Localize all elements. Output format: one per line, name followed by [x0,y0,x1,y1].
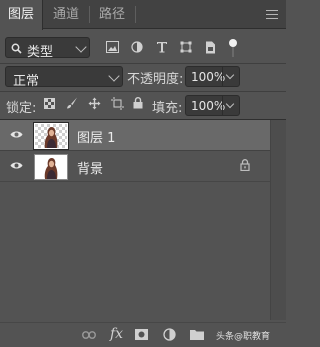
lock-artboard-icon[interactable] [111,97,124,110]
panel-menu-icon[interactable] [266,10,278,19]
new-adjustment-layer-icon[interactable] [163,328,176,341]
fill-value: 100% [191,99,226,113]
layer-thumbnail [34,123,68,149]
lock-transparent-pixels-icon[interactable] [44,98,55,109]
filter-toggle-switch[interactable] [227,39,239,59]
lock-all-icon[interactable] [133,97,143,109]
lock-image-pixels-icon[interactable] [66,97,78,109]
add-mask-icon[interactable] [135,329,148,340]
type-layer-filter-icon[interactable] [156,41,168,53]
chevron-down-icon [108,70,120,82]
lock-label: 锁定: [6,101,37,116]
eye-icon[interactable] [10,130,23,139]
layer-name[interactable]: 图层 1 [77,127,115,146]
layer-row-layer-1[interactable]: 图层 1 [0,120,270,150]
tab-separator [135,6,136,23]
watermark-text: 头条@职教育 [216,332,271,342]
blend-mode-dropdown[interactable]: 正常 [5,66,123,89]
fill-input[interactable]: 100% [185,95,240,116]
eye-icon[interactable] [10,161,23,170]
layer-thumbnail [34,154,68,180]
layers-scrollbar[interactable] [270,120,286,320]
opacity-label: 不透明度: [127,72,184,87]
layer-style-fx-icon[interactable]: fx [110,326,123,342]
opacity-dropdown-arrow[interactable] [222,67,239,86]
fill-dropdown-arrow[interactable] [222,96,239,115]
layer-name[interactable]: 背景 [77,158,103,177]
smart-object-filter-icon[interactable] [204,41,216,54]
link-layers-icon[interactable] [82,331,96,339]
panel-tab-bar: 图层 通道 路径 [0,0,286,30]
lock-position-icon[interactable] [88,97,101,110]
divider [0,181,286,182]
layer-row-background[interactable]: 背景 [0,151,270,181]
tab-channels[interactable]: 通道 [44,0,88,29]
shape-layer-filter-icon[interactable] [180,41,192,53]
blend-mode-value: 正常 [13,74,40,89]
layers-bottom-toolbar: fx 头条@职教育 [0,322,286,347]
pixel-layer-filter-icon[interactable] [106,41,119,53]
divider [0,63,286,64]
lock-icon[interactable] [240,159,250,171]
new-group-folder-icon[interactable] [190,329,204,340]
tab-paths[interactable]: 路径 [90,0,134,29]
adjustment-layer-filter-icon[interactable] [131,41,143,53]
opacity-input[interactable]: 100% [185,66,240,87]
tab-layers[interactable]: 图层 [0,0,43,30]
opacity-value: 100% [191,70,226,84]
divider [0,91,286,92]
filter-kind-dropdown[interactable]: 类型 [5,37,90,60]
fill-label: 填充: [152,101,183,116]
filter-kind-label: 类型 [27,45,54,60]
chevron-down-icon [75,41,87,53]
search-icon [11,43,22,54]
